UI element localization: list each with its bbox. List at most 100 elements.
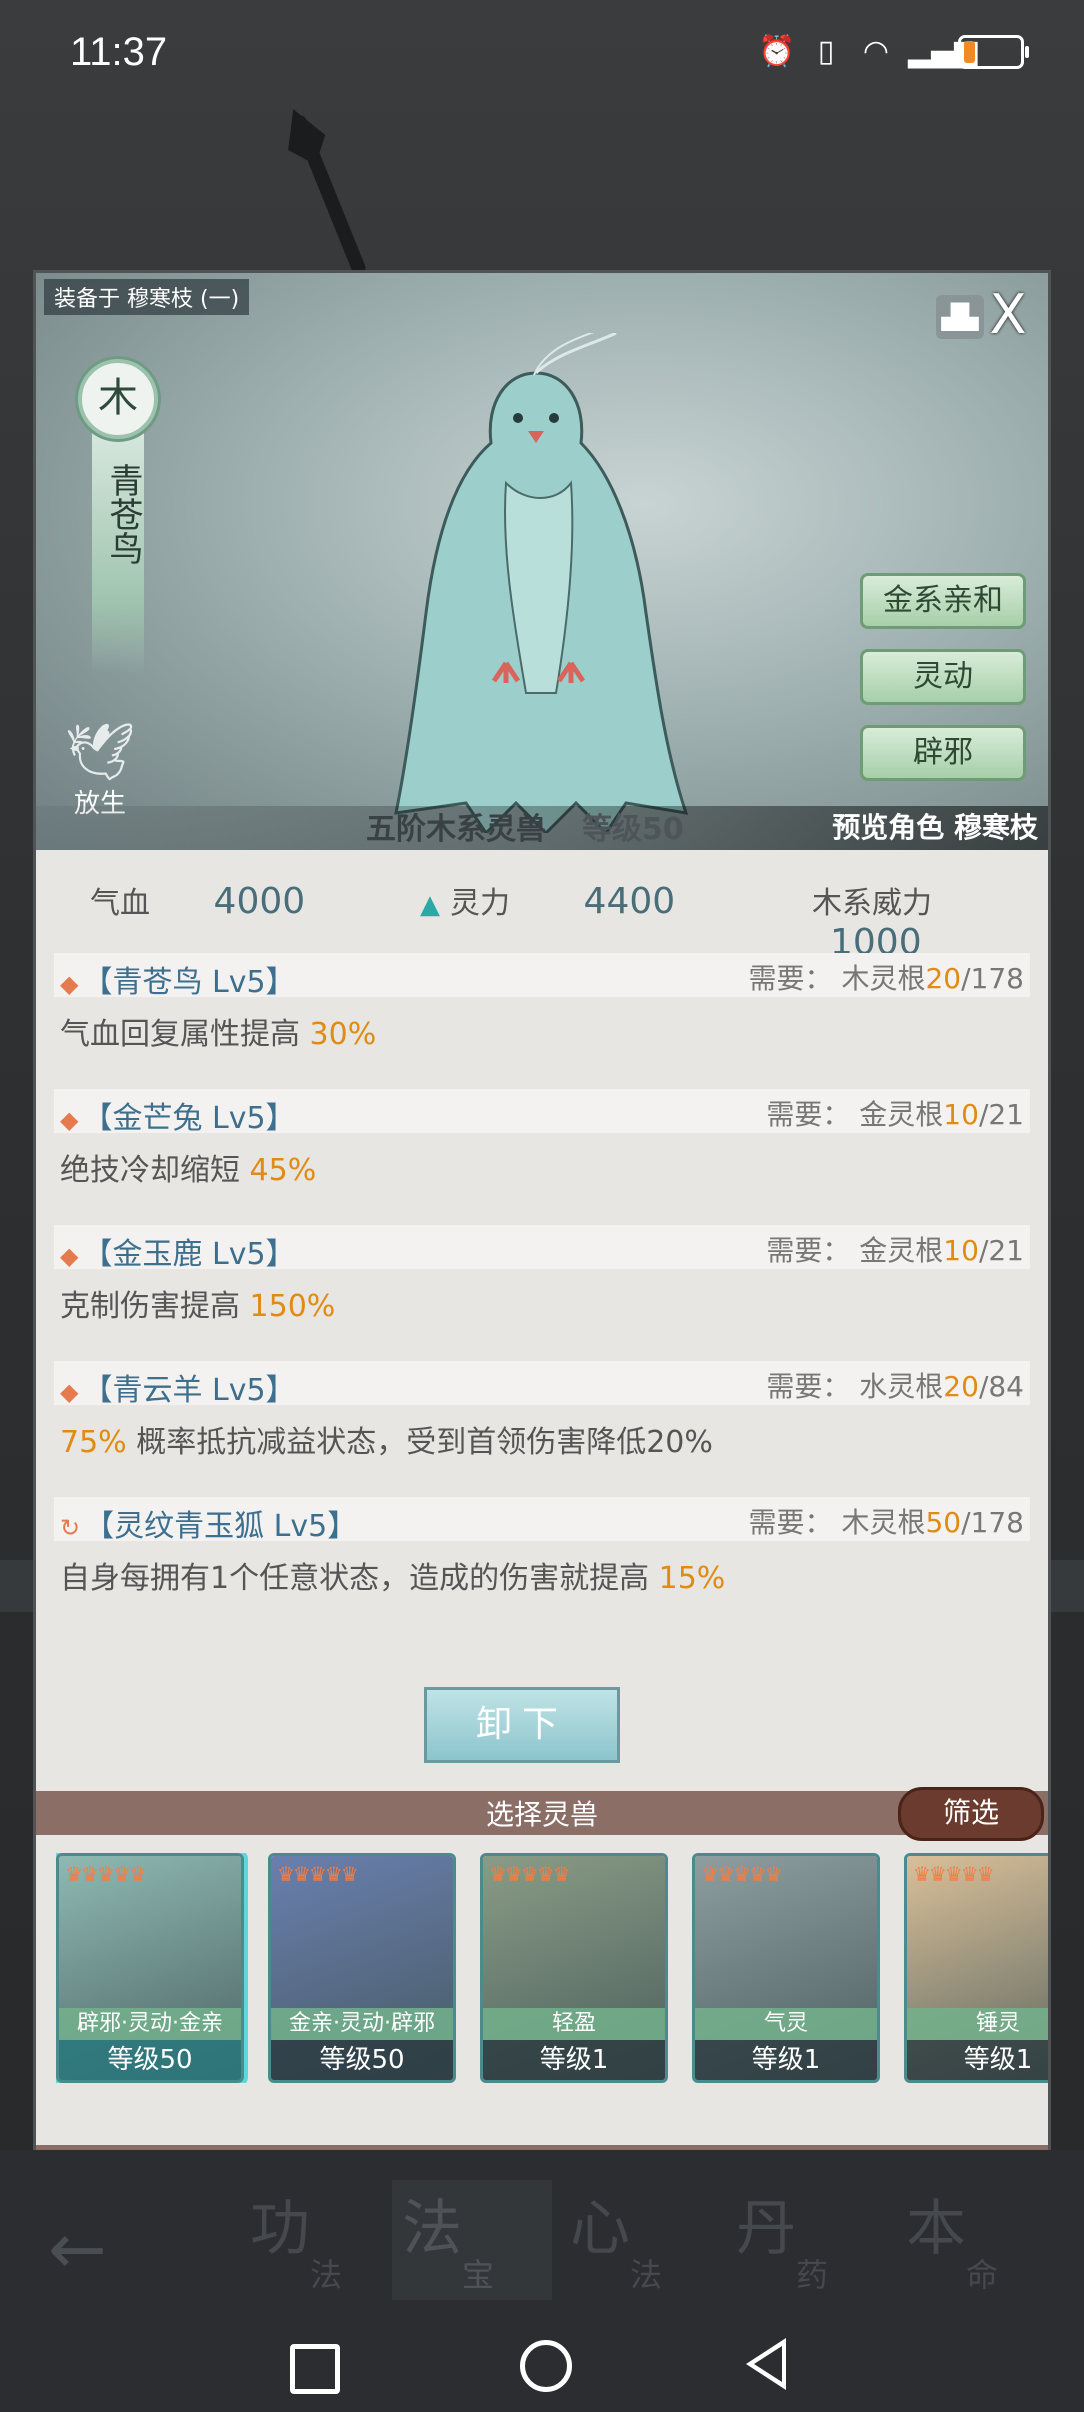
diamond-icon: ◆: [60, 1378, 79, 1406]
skill-entry: ◆ 【青苍鸟 Lv5】 需要： 木灵根20/178 气血回复属性提高 30%: [54, 953, 1030, 1053]
card-trait: 金亲·灵动·辟邪: [271, 2008, 453, 2040]
skill-requirement: 需要： 金灵根10/21: [766, 1234, 1024, 1267]
diamond-icon: ◆: [60, 1242, 79, 1270]
unequip-button[interactable]: 卸下: [424, 1687, 620, 1763]
card-trait: 气灵: [695, 2008, 877, 2040]
beast-card[interactable]: ♛♛♛♛♛ 轻盈 等级1: [480, 1853, 668, 2083]
skill-description: 克制伤害提高 150%: [60, 1289, 336, 1324]
skill-header: ◆ 【金芒兔 Lv5】 需要： 金灵根10/21: [54, 1089, 1030, 1136]
tab-treasure[interactable]: 法宝: [392, 2180, 552, 2300]
status-time: 11:37: [70, 30, 168, 74]
trait-button-agile[interactable]: 灵动: [860, 649, 1026, 705]
beast-card[interactable]: ♛♛♛♛♛ 金亲·灵动·辟邪 等级50: [268, 1853, 456, 2083]
alarm-icon: ⏰: [758, 34, 796, 69]
beast-detail-panel: 装备于 穆寒枝 (一) 木 青苍鸟 🕊 放生 ▟▙ X 金系亲和 灵动 辟邪 五…: [36, 273, 1048, 2158]
card-stars: ♛♛♛♛♛: [277, 1862, 359, 1886]
stat-wood-power-label: 木系威力: [812, 886, 932, 921]
vibrate-icon: ▯: [817, 34, 835, 69]
close-button[interactable]: X: [982, 288, 1034, 342]
beast-name: 青苍鸟: [103, 463, 143, 565]
refresh-icon: ↻: [60, 1514, 81, 1542]
beast-card-list[interactable]: ♛♛♛♛♛ 辟邪·灵动·金亲 等级50 ♛♛♛♛♛ 金亲·灵动·辟邪 等级50 …: [56, 1853, 1048, 2083]
skill-entry: ◆ 【金芒兔 Lv5】 需要： 金灵根10/21 绝技冷却缩短 45%: [54, 1089, 1030, 1189]
signal-icon: ▂▄▆: [908, 34, 978, 69]
tab-mind[interactable]: 心法: [560, 2180, 720, 2300]
wifi-icon: ◠: [862, 34, 890, 69]
home-icon[interactable]: [520, 2340, 572, 2392]
card-trait: 辟邪·灵动·金亲: [59, 2008, 241, 2040]
skill-entry: ◆ 【金玉鹿 Lv5】 需要： 金灵根10/21 克制伤害提高 150%: [54, 1225, 1030, 1325]
up-triangle-icon: ▲: [420, 890, 440, 920]
skill-requirement: 需要： 木灵根50/178: [748, 1506, 1024, 1539]
element-badge: 木: [78, 359, 158, 439]
stats-row: 气血 4000 ▲ 灵力 4400 木系威力 1000: [36, 856, 1048, 963]
skill-name: ◆ 【金玉鹿 Lv5】: [60, 1237, 296, 1272]
select-beast-title: 选择灵兽: [485, 1798, 598, 1831]
inventory-icon-button[interactable]: ▟▙: [936, 295, 984, 339]
skill-name: ◆ 【金芒兔 Lv5】: [60, 1101, 296, 1136]
skill-entry: ↻ 【灵纹青玉狐 Lv5】 需要： 木灵根50/178 自身每拥有1个任意状态，造…: [54, 1497, 1030, 1597]
card-trait: 锤灵: [907, 2008, 1048, 2040]
card-level: 等级1: [483, 2040, 665, 2080]
battery-icon: [958, 35, 1029, 69]
recent-apps-icon[interactable]: [290, 2344, 340, 2394]
card-trait: 轻盈: [483, 2008, 665, 2040]
status-icons: ⏰ ▯ ◠ ▂▄▆: [758, 34, 1029, 70]
skill-description: 自身每拥有1个任意状态，造成的伤害就提高 15%: [60, 1561, 726, 1596]
card-level: 等级50: [271, 2040, 453, 2080]
diamond-icon: ◆: [60, 1106, 79, 1134]
skill-name: ◆ 【青云羊 Lv5】: [60, 1373, 296, 1408]
skill-description: 气血回复属性提高 30%: [60, 1017, 377, 1052]
skill-requirement: 需要： 木灵根20/178: [748, 962, 1024, 995]
beast-card[interactable]: ♛♛♛♛♛ 辟邪·灵动·金亲 等级50: [56, 1853, 244, 2083]
preview-character[interactable]: 预览角色 穆寒枝: [832, 806, 1038, 846]
level-text: 等级50: [582, 812, 684, 847]
stat-spirit-value: 4400: [583, 881, 676, 922]
card-level: 等级1: [907, 2040, 1048, 2080]
select-beast-bar: 选择灵兽 筛选: [36, 1787, 1048, 1841]
skill-header: ◆ 【金玉鹿 Lv5】 需要： 金灵根10/21: [54, 1225, 1030, 1272]
back-arrow-icon[interactable]: ←: [48, 2208, 107, 2290]
stat-hp: 气血 4000: [90, 878, 305, 922]
diamond-icon: ◆: [60, 970, 79, 998]
skill-requirement: 需要： 水灵根20/84: [766, 1370, 1024, 1403]
card-stars: ♛♛♛♛♛: [913, 1862, 995, 1886]
card-stars: ♛♛♛♛♛: [489, 1862, 571, 1886]
tab-skills[interactable]: 功法: [240, 2180, 400, 2300]
skill-requirement: 需要： 金灵根10/21: [766, 1098, 1024, 1131]
skill-header: ◆ 【青云羊 Lv5】 需要： 水灵根20/84: [54, 1361, 1030, 1408]
back-icon[interactable]: [746, 2338, 786, 2390]
tier-text: 五阶木系灵兽: [366, 812, 546, 847]
beast-illustration: [394, 333, 689, 833]
tier-level-text: 五阶木系灵兽 等级50: [366, 804, 684, 848]
stat-spirit: ▲ 灵力 4400: [420, 878, 675, 922]
card-level: 等级50: [59, 2040, 241, 2080]
trait-button-ward-evil[interactable]: 辟邪: [860, 725, 1026, 781]
stat-spirit-label: 灵力: [450, 886, 510, 921]
tab-pills[interactable]: 丹药: [726, 2180, 886, 2300]
card-stars: ♛♛♛♛♛: [701, 1862, 783, 1886]
skill-entry: ◆ 【青云羊 Lv5】 需要： 水灵根20/84 75% 概率抵抗减益状态，受到首…: [54, 1361, 1030, 1461]
card-level: 等级1: [695, 2040, 877, 2080]
status-bar: 11:37 ⏰ ▯ ◠ ▂▄▆: [0, 0, 1084, 110]
beast-card[interactable]: ♛♛♛♛♛ 锤灵 等级1: [904, 1853, 1048, 2083]
bottom-tab-bar: ← 功法 法宝 心法 丹药 本命: [0, 2150, 1084, 2320]
filter-button[interactable]: 筛选: [898, 1787, 1044, 1841]
skill-name: ◆ 【青苍鸟 Lv5】: [60, 965, 296, 1000]
system-nav-bar: [0, 2320, 1084, 2412]
beast-card[interactable]: ♛♛♛♛♛ 气灵 等级1: [692, 1853, 880, 2083]
skill-name: ↻ 【灵纹青玉狐 Lv5】: [60, 1509, 358, 1544]
skill-header: ↻ 【灵纹青玉狐 Lv5】 需要： 木灵根50/178: [54, 1497, 1030, 1544]
tab-natal[interactable]: 本命: [896, 2180, 1056, 2300]
card-stars: ♛♛♛♛♛: [65, 1862, 147, 1886]
equipped-on-label: 装备于 穆寒枝 (一): [44, 279, 250, 315]
skill-description: 75% 概率抵抗减益状态，受到首领伤害降低20%: [60, 1425, 713, 1460]
skill-header: ◆ 【青苍鸟 Lv5】 需要： 木灵根20/178: [54, 953, 1030, 1000]
stat-hp-label: 气血: [90, 886, 150, 921]
beast-hero-area: 装备于 穆寒枝 (一) 木 青苍鸟 🕊 放生 ▟▙ X 金系亲和 灵动 辟邪 五…: [36, 273, 1048, 850]
stat-hp-value: 4000: [213, 881, 306, 922]
trait-button-metal-affinity[interactable]: 金系亲和: [860, 573, 1026, 629]
bird-icon: 🕊: [64, 720, 136, 785]
stat-wood-power: 木系威力 1000: [812, 878, 1048, 963]
battery-level: [964, 41, 975, 63]
